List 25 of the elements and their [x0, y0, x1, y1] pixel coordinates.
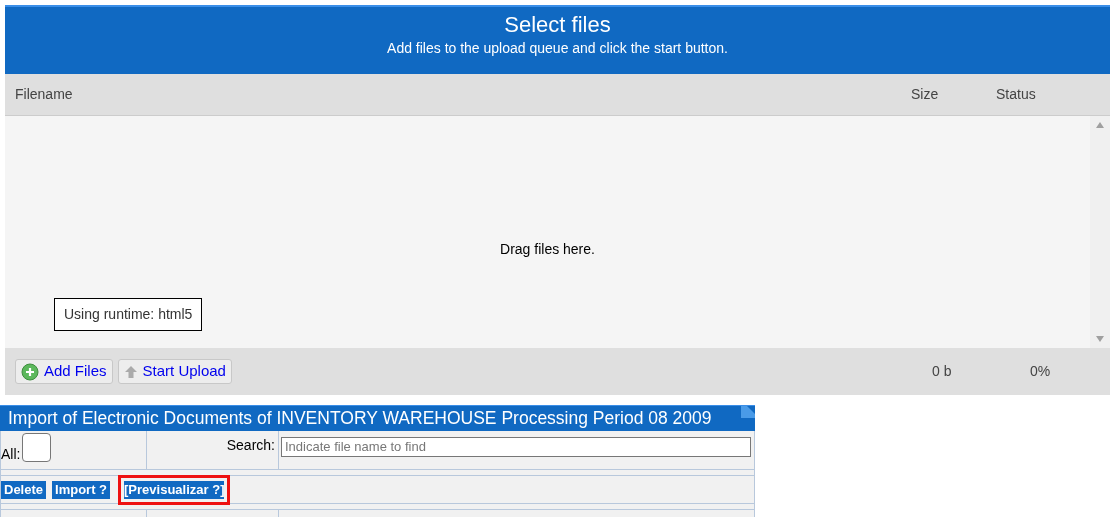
scroll-down-icon[interactable]: [1096, 336, 1104, 342]
total-percent: 0%: [1030, 362, 1052, 381]
search-field[interactable]: Indicate file name to find: [281, 436, 751, 457]
action-button[interactable]: Delete: [1, 480, 47, 499]
total-size: 0 b: [932, 362, 953, 381]
column-header: Status: [996, 85, 1037, 104]
uploader-title: Select files: [504, 11, 611, 39]
action-button[interactable]: Import ?: [52, 480, 111, 499]
uploader-subtitle: Add files to the upload queue and click the start button.: [387, 39, 728, 57]
all-label: All:: [1, 445, 21, 464]
column-header: Filename: [15, 85, 74, 104]
select-all-checkbox[interactable]: [22, 433, 52, 462]
scroll-up-icon[interactable]: [1096, 122, 1104, 128]
column-header: Size: [911, 85, 940, 104]
scrollbar[interactable]: [1090, 116, 1110, 348]
drop-hint: Drag files here.: [500, 240, 595, 259]
runtime-tooltip: Using runtime: html5: [54, 298, 203, 331]
plus-icon: [21, 362, 39, 381]
start-upload-button[interactable]: Start Upload: [117, 359, 232, 384]
action-button[interactable]: [Previsualizar ?]: [118, 474, 231, 505]
arrow-up-icon: [123, 364, 138, 379]
search-label: Search:: [226, 436, 275, 455]
panel-title: Import of Electronic Documents of INVENTORY WAREHOUSE Processing Period 08 2009: [8, 407, 712, 431]
corner-fold-icon: [741, 406, 755, 418]
add-files-button[interactable]: Add Files: [15, 359, 113, 384]
